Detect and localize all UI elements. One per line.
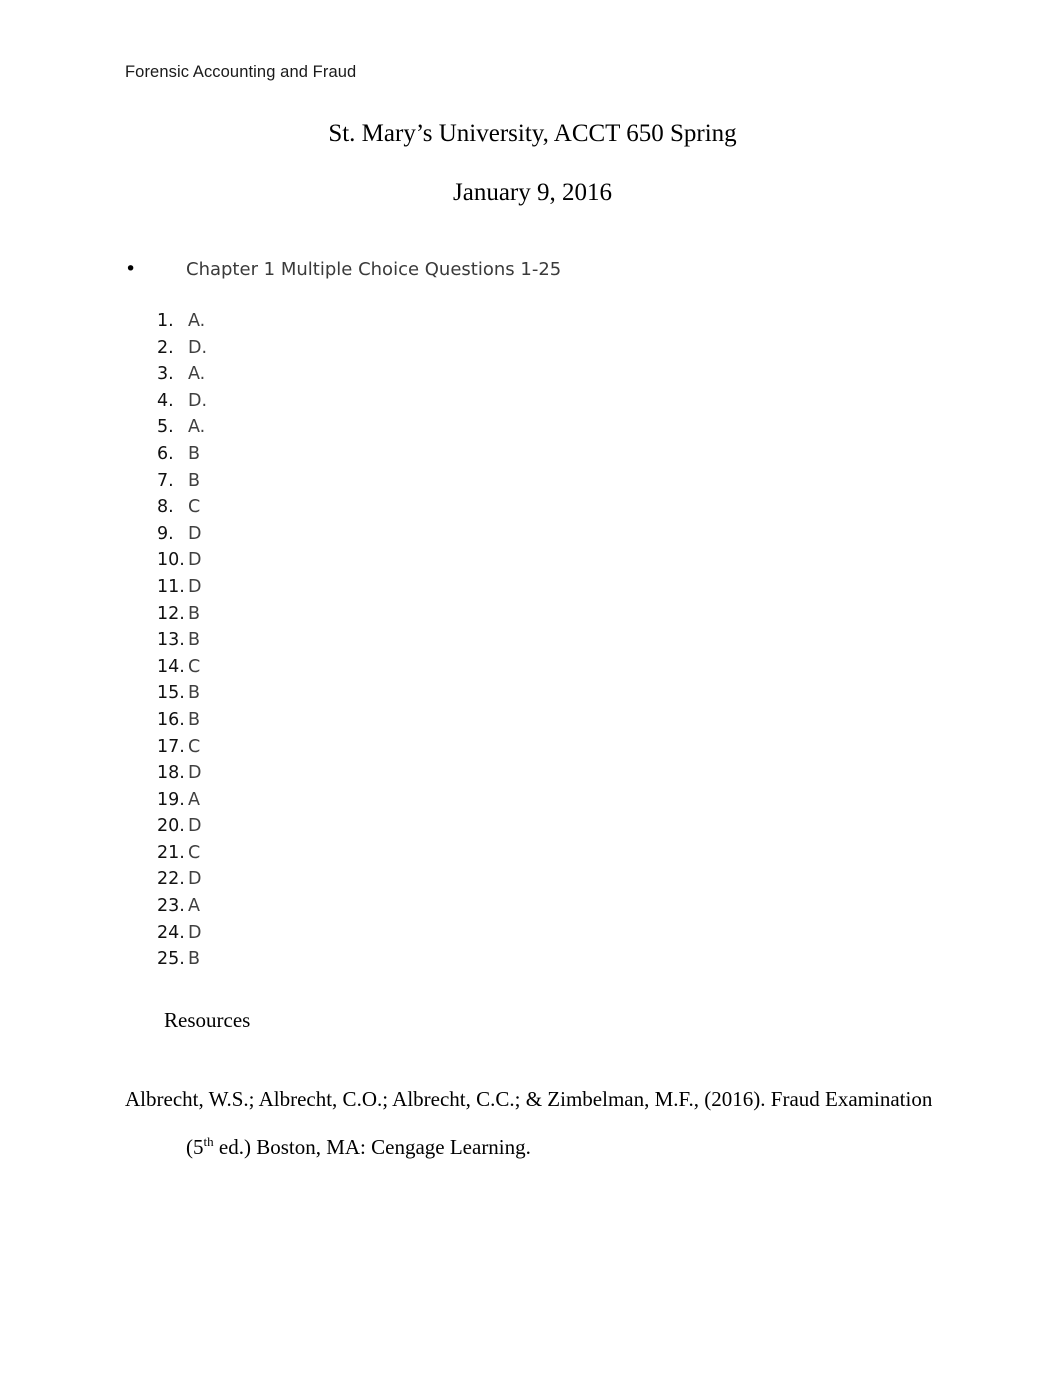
citation-edition-prefix: (5 (186, 1135, 204, 1159)
answer-value: C (188, 497, 201, 518)
answer-number: 12. (157, 603, 185, 624)
running-header: Forensic Accounting and Fraud (125, 63, 357, 81)
answer-value: A (188, 789, 200, 810)
answer-value: C (188, 736, 201, 757)
answer-value: D (188, 763, 202, 784)
answer-number: 22. (157, 869, 185, 890)
answer-value: B (188, 470, 201, 491)
answer-value: C (188, 656, 201, 677)
answer-value: B (188, 949, 201, 970)
answer-number: 20. (157, 816, 185, 837)
answer-number: 16. (157, 709, 185, 730)
answer-list-item: 25. B (157, 946, 457, 973)
answer-value: D (188, 816, 202, 837)
answer-value: B (188, 709, 201, 730)
bullet-point-icon: • (125, 258, 137, 280)
answer-value: A (188, 896, 200, 917)
answer-number: 2. (157, 337, 174, 358)
answer-number: 17. (157, 736, 185, 757)
document-page: Forensic Accounting and Fraud St. Mary’s… (0, 0, 1062, 1377)
answer-number: 9. (157, 523, 174, 544)
answer-list-item: 16. B (157, 707, 457, 734)
answer-number: 14. (157, 656, 185, 677)
answer-list-item: 14. C (157, 654, 457, 681)
answer-list-item: 15. B (157, 680, 457, 707)
answer-number: 15. (157, 683, 185, 704)
answer-number: 18. (157, 763, 185, 784)
citation-line-secondary: (5th ed.) Boston, MA: Cengage Learning. (125, 1123, 955, 1171)
answer-list-item: 4. D. (157, 388, 457, 415)
answer-list-item: 3. A. (157, 361, 457, 388)
answer-list-item: 7. B (157, 468, 457, 495)
answer-value: D (188, 922, 202, 943)
answer-value: B (188, 683, 201, 704)
answer-value: B (188, 603, 201, 624)
answer-value: D (188, 550, 202, 571)
answer-value: A. (188, 417, 206, 438)
answer-list-item: 12. B (157, 601, 457, 628)
answer-number: 13. (157, 630, 185, 651)
answer-value: B (188, 443, 201, 464)
answer-list-item: 8. C (157, 494, 457, 521)
answer-list-item: 19. A (157, 787, 457, 814)
answer-value: D (188, 523, 202, 544)
document-title: St. Mary’s University, ACCT 650 Spring (328, 120, 737, 147)
answer-number: 25. (157, 949, 185, 970)
answer-list-item: 5. A. (157, 414, 457, 441)
answer-list-item: 17. C (157, 734, 457, 761)
answer-list-item: 10. D (157, 547, 457, 574)
answer-number: 8. (157, 497, 174, 518)
resources-heading: Resources (164, 1008, 251, 1032)
answer-number: 11. (157, 576, 185, 597)
answer-list-item: 11. D (157, 574, 457, 601)
bullet-list-item: • Chapter 1 Multiple Choice Questions 1-… (125, 256, 561, 283)
answer-number: 6. (157, 443, 174, 464)
answer-list-item: 23. A (157, 893, 457, 920)
answer-value: B (188, 630, 201, 651)
answer-value: C (188, 842, 201, 863)
answer-number: 24. (157, 922, 185, 943)
answer-list-item: 6. B (157, 441, 457, 468)
title-spacer (125, 149, 940, 177)
answer-number: 1. (157, 311, 174, 331)
answer-value: D (188, 869, 202, 890)
answer-list: 1. A. 2. D. 3. A. 4. D. 5. A. 6. B 7. B 8. C 9. D 10. D 11. D… (157, 308, 457, 973)
bullet-item-label: Chapter 1 Multiple Choice Questions 1-25 (186, 259, 562, 280)
citation-block: Albrecht, W.S.; Albrecht, C.O.; Albrecht… (125, 1075, 955, 1171)
answer-list-item: 9. D (157, 521, 457, 548)
answer-value: D (188, 576, 202, 597)
citation-line-primary: Albrecht, W.S.; Albrecht, C.O.; Albrecht… (125, 1087, 933, 1111)
document-date: January 9, 2016 (453, 179, 612, 206)
answer-number: 4. (157, 390, 174, 411)
answer-number: 5. (157, 417, 174, 438)
answer-number: 23. (157, 896, 185, 917)
answer-number: 7. (157, 470, 174, 491)
answer-value: D. (188, 337, 208, 358)
answer-value: A. (188, 364, 206, 385)
citation-edition-suffix: ed.) Boston, MA: Cengage Learning. (213, 1135, 531, 1159)
answer-list-item: 1. A. (157, 308, 457, 335)
answer-value: D. (188, 390, 208, 411)
answer-list-item: 22. D (157, 866, 457, 893)
citation-edition-superscript: th (203, 1134, 214, 1149)
answer-list-item: 13. B (157, 627, 457, 654)
title-block: St. Mary’s University, ACCT 650 Spring J… (125, 118, 940, 208)
answer-number: 21. (157, 842, 185, 863)
answer-list-item: 2. D. (157, 335, 457, 362)
answer-number: 19. (157, 789, 185, 810)
answer-number: 3. (157, 364, 174, 385)
answer-value: A. (188, 311, 206, 331)
answer-list-item: 24. D (157, 920, 457, 947)
answer-list-item: 20. D (157, 813, 457, 840)
answer-list-item: 18. D (157, 760, 457, 787)
answer-list-item: 21. C (157, 840, 457, 867)
answer-number: 10. (157, 550, 185, 571)
